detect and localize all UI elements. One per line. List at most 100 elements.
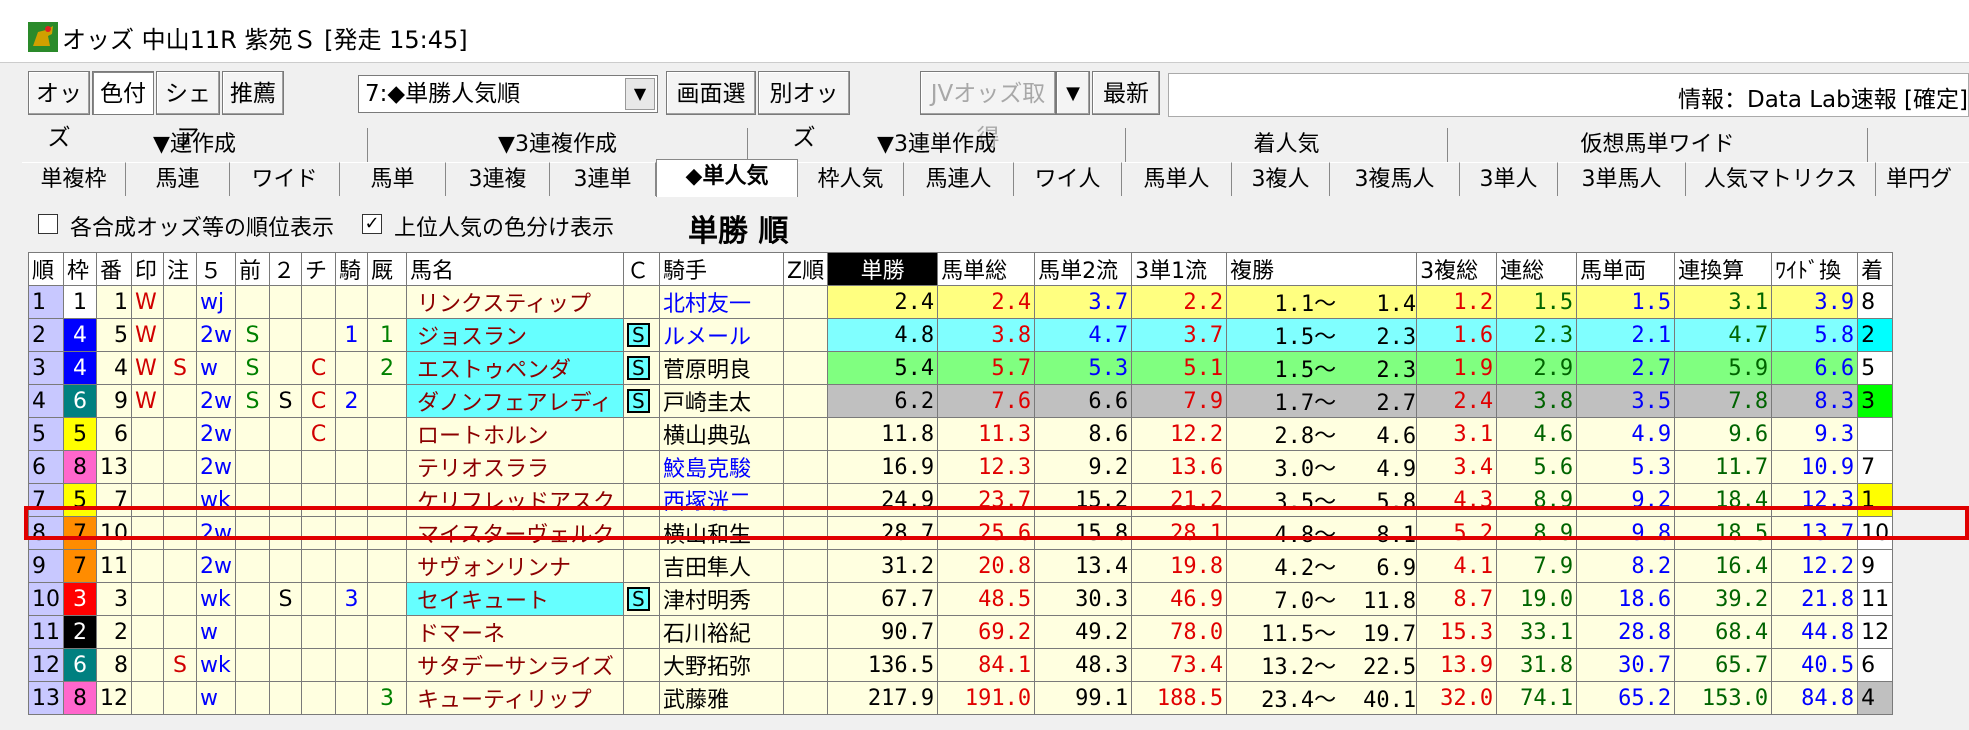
tab-umaren[interactable]: 馬連 (126, 162, 230, 196)
tab-3tan-ninki[interactable]: 3単人 (1460, 162, 1558, 196)
cell-mae: S (235, 351, 270, 385)
tab-waku-ninki[interactable]: 枠人気 (798, 162, 904, 196)
column-header[interactable]: 枠 (63, 252, 97, 286)
column-header[interactable]: 3複総 (1416, 252, 1498, 286)
tab-3renpuku[interactable]: 3連複 (446, 162, 550, 196)
column-header[interactable]: 馬単両 (1576, 252, 1676, 286)
column-header[interactable]: 馬名 (406, 252, 624, 286)
fukusho-min: 4.8～ (1274, 523, 1337, 548)
other-odds-button[interactable]: 別オッズ (758, 71, 850, 151)
cell-waku: 5 (63, 483, 97, 517)
fukusho-min: 2.8～ (1274, 424, 1337, 449)
tab-3tan-uma-ninki[interactable]: 3単馬人 (1558, 162, 1686, 196)
cell-bt: 23.7 (937, 483, 1036, 517)
column-header[interactable]: 着 (1857, 252, 1894, 286)
tab-umatan[interactable]: 馬単 (340, 162, 446, 196)
cell-c2 (269, 483, 302, 517)
tab-chaku-ninki[interactable]: 着人気 (1126, 128, 1448, 162)
cell-rank: 5 (28, 417, 64, 451)
column-header[interactable]: 連総 (1496, 252, 1578, 286)
column-header[interactable]: 複勝 (1226, 252, 1418, 286)
tab-wide[interactable]: ワイド (230, 162, 340, 196)
cell-chu (163, 285, 197, 319)
tab-kaso-umatan-wide[interactable]: 仮想馬単ワイド (1448, 128, 1868, 162)
column-header[interactable]: 馬単2流 (1034, 252, 1133, 286)
tab-3rentan[interactable]: 3連単 (550, 162, 656, 196)
table-row[interactable]: 12 6 8 Swk サタデーサンライズ 大野拓弥 136.5 84.1 48.3 73.4 13.… (28, 648, 1894, 682)
column-header[interactable]: 印 (131, 252, 164, 286)
table-row[interactable]: 6 8 13 2w テリオスララ 鮫島克駿 16.9 12.3 9.2 13.6 3.0～ 4.9 3.… (28, 450, 1894, 484)
table-row[interactable]: 3 4 4 W Sw S C 2 エストゥペンダ S 菅原明良 5.4 5.7 5.3 5.1 1.5～ 2.3… (28, 351, 1894, 385)
cell-name: ケリフレッドアスク (406, 483, 624, 517)
tab-ninki-matrix[interactable]: 人気マトリクス (1686, 162, 1876, 196)
column-header[interactable]: 厩 (367, 252, 407, 286)
column-header[interactable]: チ (301, 252, 336, 286)
column-header[interactable]: 順 (28, 252, 64, 286)
jv-odds-button[interactable]: JVオッズ取得 (920, 71, 1056, 151)
table-row[interactable]: 13 8 12 w 3 キューティリップ 武藤雅 217.9 191.0 99.1 188.5 23.… (28, 681, 1894, 715)
tab-tanpuku-waku[interactable]: 単複枠 (22, 162, 126, 196)
cell-chu (163, 417, 197, 451)
column-header[interactable]: 連換算 (1674, 252, 1773, 286)
cell-ban: 7 (96, 483, 132, 517)
table-row[interactable]: 9 7 11 2w サヴォンリンナ 吉田隼人 31.2 20.8 13.4 19.8 4.2～ 6.9… (28, 549, 1894, 583)
table-row[interactable]: 2 4 5 W 2w S 1 1 ジョスラン S ルメール 4.8 3.8 4.7 3.7 1.5～ 2.3 1.… (28, 318, 1894, 352)
cell-c (623, 285, 660, 319)
column-header[interactable]: 単勝 (827, 252, 939, 286)
cell-name: キューティリップ (406, 681, 624, 715)
column-header[interactable]: 番 (96, 252, 132, 286)
column-header[interactable]: Z順 (782, 252, 829, 286)
cell-c (623, 483, 660, 517)
recommend-button[interactable]: 推薦 (222, 71, 284, 115)
tab-tan-en-graph[interactable]: 単円グ (1876, 162, 1969, 196)
cell-chu (163, 483, 197, 517)
cell-z (782, 417, 829, 451)
column-header[interactable]: ５ (196, 252, 236, 286)
column-header[interactable]: ２ (269, 252, 302, 286)
column-header[interactable]: 注 (163, 252, 197, 286)
fukusho-min: 7.0～ (1274, 589, 1337, 614)
column-header[interactable]: 3単1流 (1131, 252, 1228, 286)
odds-button[interactable]: オッズ (28, 71, 90, 151)
tab-tan-ninki[interactable]: ◆単人気 (656, 159, 798, 197)
screen-select-button[interactable]: 画面選 (666, 71, 756, 115)
column-header[interactable]: Ｃ (623, 252, 660, 286)
cell-rt: 7.9 (1496, 549, 1578, 583)
cell-c5: 2w (196, 417, 236, 451)
table-row[interactable]: 11 2 2 w ドマーネ 石川裕紀 90.7 69.2 49.2 78.0 11.5～ 19.7 15… (28, 615, 1894, 649)
checkbox-color-display[interactable]: ✓ (362, 214, 382, 234)
column-header[interactable]: 馬単総 (937, 252, 1036, 286)
tab-umatan-ninki[interactable]: 馬単人 (1122, 162, 1232, 196)
table-row[interactable]: 5 5 6 2w C ロートホルン 横山典弘 11.8 11.3 8.6 12.2 2.8～ 4.6 3.… (28, 417, 1894, 451)
chevron-down-icon[interactable]: ▼ (625, 78, 655, 110)
tab-3fuku-uma-ninki[interactable]: 3複馬人 (1330, 162, 1460, 196)
cell-chu (163, 516, 197, 550)
column-header[interactable]: 騎手 (659, 252, 784, 286)
chevron-down-icon[interactable]: ▼ (1056, 71, 1090, 115)
cell-in: W (131, 318, 164, 352)
tab-3renpuku-create[interactable]: ▼3連複作成 (368, 128, 748, 162)
checkbox-rank-display[interactable] (38, 214, 58, 234)
cell-kyu (367, 648, 407, 682)
cell-fukusho: 1.1～ 1.4 (1226, 285, 1418, 319)
tab-wide-ninki[interactable]: ワイ人 (1014, 162, 1122, 196)
cell-kyu (367, 450, 407, 484)
column-header[interactable]: 騎 (335, 252, 368, 286)
color-button[interactable]: 色付 (92, 71, 154, 115)
share-button[interactable]: シェア (156, 71, 220, 151)
latest-button[interactable]: 最新 (1092, 71, 1160, 115)
table-row[interactable]: 4 6 9 W 2w S S C 2 ダノンフェアレディ S 戸崎圭太 6.2 7.6 6.6 7.9 1.7～… (28, 384, 1894, 418)
cell-name: マイスターヴェルク (406, 516, 624, 550)
tab-ren-create[interactable]: ▼連作成 (22, 128, 368, 162)
tab-3rentan-create[interactable]: ▼3連単作成 (748, 128, 1126, 162)
table-row[interactable]: 8 7 10 2w マイスターヴェルク 横山和生 28.7 25.6 15.8 28.1 4.8～ 8… (28, 516, 1894, 550)
column-header[interactable]: ﾜｲﾄﾞ換 (1771, 252, 1859, 286)
table-row[interactable]: 7 5 7 wk ケリフレッドアスク 西塚洸二 24.9 23.7 15.2 21.2 3.5～ 5.… (28, 483, 1894, 517)
table-row[interactable]: 1 1 1 Wwj リンクスティップ 北村友一 2.4 2.4 3.7 2.2 1.1～ 1.4 1.2… (28, 285, 1894, 319)
cell-fukusho: 3.5～ 5.8 (1226, 483, 1418, 517)
column-header[interactable]: 前 (235, 252, 270, 286)
table-row[interactable]: 10 3 3 wk S 3 セイキュート S 津村明秀 67.7 48.5 30.3 46.9 7.0～ 1… (28, 582, 1894, 616)
sort-dropdown[interactable]: 7:◆単勝人気順 ▼ (358, 75, 658, 113)
tab-3fuku-ninki[interactable]: 3複人 (1232, 162, 1330, 196)
tab-umaren-ninki[interactable]: 馬連人 (904, 162, 1014, 196)
